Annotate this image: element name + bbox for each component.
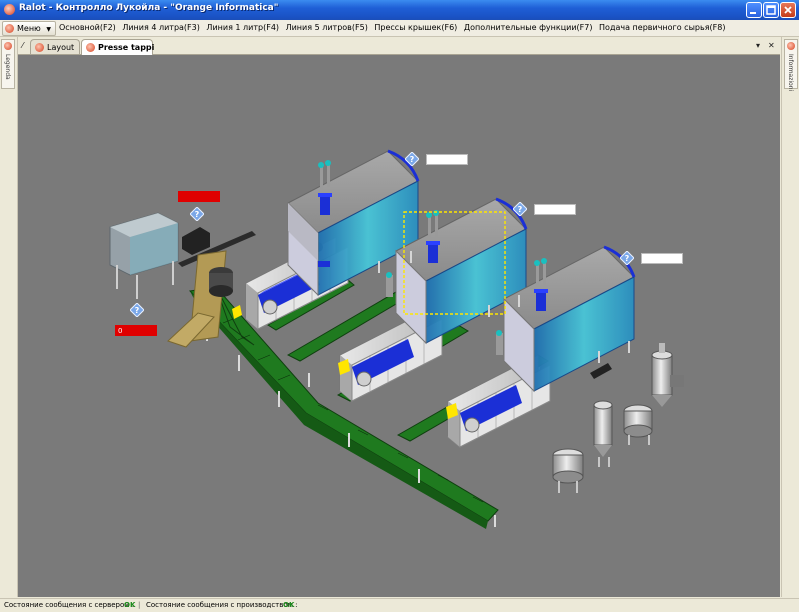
question-icon[interactable]: ? xyxy=(513,202,527,216)
info-side-tab[interactable]: Informazioni xyxy=(784,39,798,92)
legend-side-tab[interactable]: Legenda xyxy=(1,39,15,89)
svg-text:?: ? xyxy=(518,205,523,214)
layout-tab-icon xyxy=(35,43,44,52)
question-icon[interactable]: ? xyxy=(620,251,634,265)
left-side-panel: Legenda xyxy=(0,37,18,597)
main-menu-label: Меню xyxy=(17,24,41,33)
window-title: Ralot - Контролло Лукойла - "Orange Info… xyxy=(19,3,279,13)
app-icon xyxy=(4,4,15,15)
menu-bar: Меню ▼ Основной(F2) Линия 4 литра(F3) Ли… xyxy=(0,20,799,37)
tab-list-icon[interactable]: ▾ xyxy=(756,41,760,50)
chevron-down-icon: ▼ xyxy=(46,26,51,33)
svg-text:?: ? xyxy=(410,155,415,164)
tab-scroll-icon[interactable]: ⁄ xyxy=(22,41,23,50)
right-side-panel: Informazioni xyxy=(781,37,799,597)
tab-layout-label: Layout xyxy=(47,43,75,52)
menu-item-main[interactable]: Основной(F2) xyxy=(57,20,118,36)
status-bar: Состояние сообщения с сервером : OK | Со… xyxy=(0,598,799,612)
menu-item-line-4l[interactable]: Линия 4 литра(F3) xyxy=(120,20,202,36)
production-status-value: OK xyxy=(283,601,295,609)
question-icon[interactable]: ? xyxy=(190,207,204,221)
tab-bar: ⁄ Layout Presse tappi ▾ ✕ xyxy=(18,38,780,55)
tab-close-icon[interactable]: ✕ xyxy=(768,41,775,50)
menu-item-cap-presses[interactable]: Прессы крышек(F6) xyxy=(372,20,459,36)
tab-presse-label: Presse tappi xyxy=(98,43,155,52)
svg-text:?: ? xyxy=(195,210,200,219)
press-2-info-label xyxy=(534,204,576,215)
svg-text:?: ? xyxy=(135,306,140,315)
press-3-info-label xyxy=(641,253,683,264)
question-icon[interactable]: ? xyxy=(130,303,144,317)
tab-presse-tappi[interactable]: Presse tappi xyxy=(81,39,155,55)
menu-icon xyxy=(5,24,14,33)
presse-tab-icon xyxy=(86,43,95,52)
title-bar: Ralot - Контролло Лукойла - "Orange Info… xyxy=(0,0,799,20)
hopper-alarm-label: 0 xyxy=(115,325,157,336)
minimize-button[interactable] xyxy=(746,2,762,18)
press-1-info-label xyxy=(426,154,468,165)
menu-item-line-5l[interactable]: Линия 5 литров(F5) xyxy=(284,20,370,36)
plant-layout-canvas: ? ? ? ? ? 0 xyxy=(18,55,780,597)
question-icon[interactable]: ? xyxy=(405,152,419,166)
menu-item-line-1l[interactable]: Линия 1 литр(F4) xyxy=(204,20,281,36)
main-menu-button[interactable]: Меню ▼ xyxy=(2,21,56,36)
legend-icon xyxy=(4,42,12,50)
info-icon xyxy=(787,42,795,50)
status-separator: | xyxy=(138,601,141,609)
legend-label: Legenda xyxy=(4,54,11,80)
svg-text:?: ? xyxy=(625,254,630,263)
server-status-value: OK xyxy=(124,601,136,609)
maximize-button[interactable] xyxy=(763,2,779,18)
feeder-alarm-label xyxy=(178,191,220,202)
close-button[interactable] xyxy=(780,2,796,18)
menu-item-raw-material[interactable]: Подача первичного сырья(F8) xyxy=(597,20,727,36)
info-label: Informazioni xyxy=(787,54,794,92)
tab-layout[interactable]: Layout xyxy=(30,39,80,54)
server-status-label: Состояние сообщения с сервером : xyxy=(4,601,135,609)
production-status-label: Состояние сообщения с производством : xyxy=(146,601,298,609)
menu-item-extra-functions[interactable]: Дополнительные функции(F7) xyxy=(462,20,595,36)
